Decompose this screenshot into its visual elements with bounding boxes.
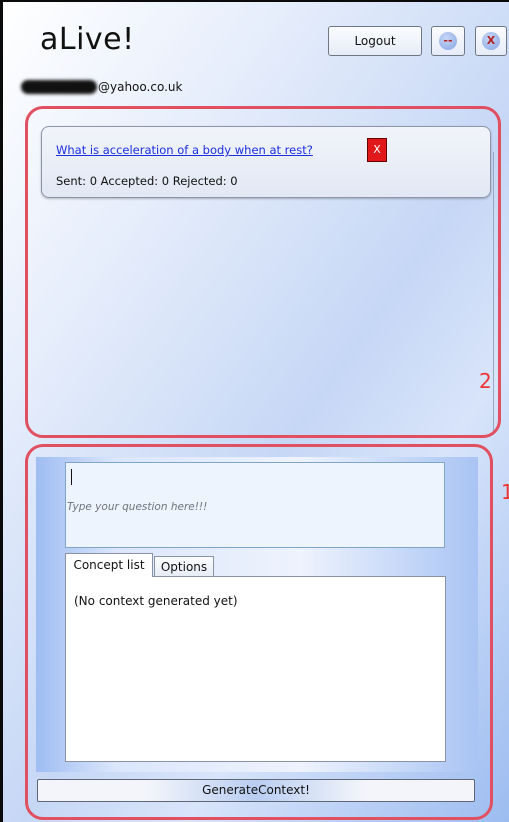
minimize-button[interactable]: -- xyxy=(431,26,465,56)
redacted-username xyxy=(21,80,97,94)
app-title: aLive! xyxy=(40,22,135,57)
annotation-label-1: 1 xyxy=(501,480,509,504)
user-email: @yahoo.co.uk xyxy=(21,80,182,94)
email-domain: @yahoo.co.uk xyxy=(98,80,183,94)
app-window: aLive! Logout -- X @yahoo.co.uk What is … xyxy=(0,0,509,822)
tab-concept-list[interactable]: Concept list xyxy=(65,553,153,577)
minimize-icon: -- xyxy=(439,32,457,50)
annotation-box-2 xyxy=(25,106,501,438)
close-icon: X xyxy=(482,32,500,50)
annotation-box-1 xyxy=(25,444,493,820)
annotation-label-2: 2 xyxy=(479,369,492,393)
close-button[interactable]: X xyxy=(475,26,507,56)
logout-button[interactable]: Logout xyxy=(328,26,422,56)
